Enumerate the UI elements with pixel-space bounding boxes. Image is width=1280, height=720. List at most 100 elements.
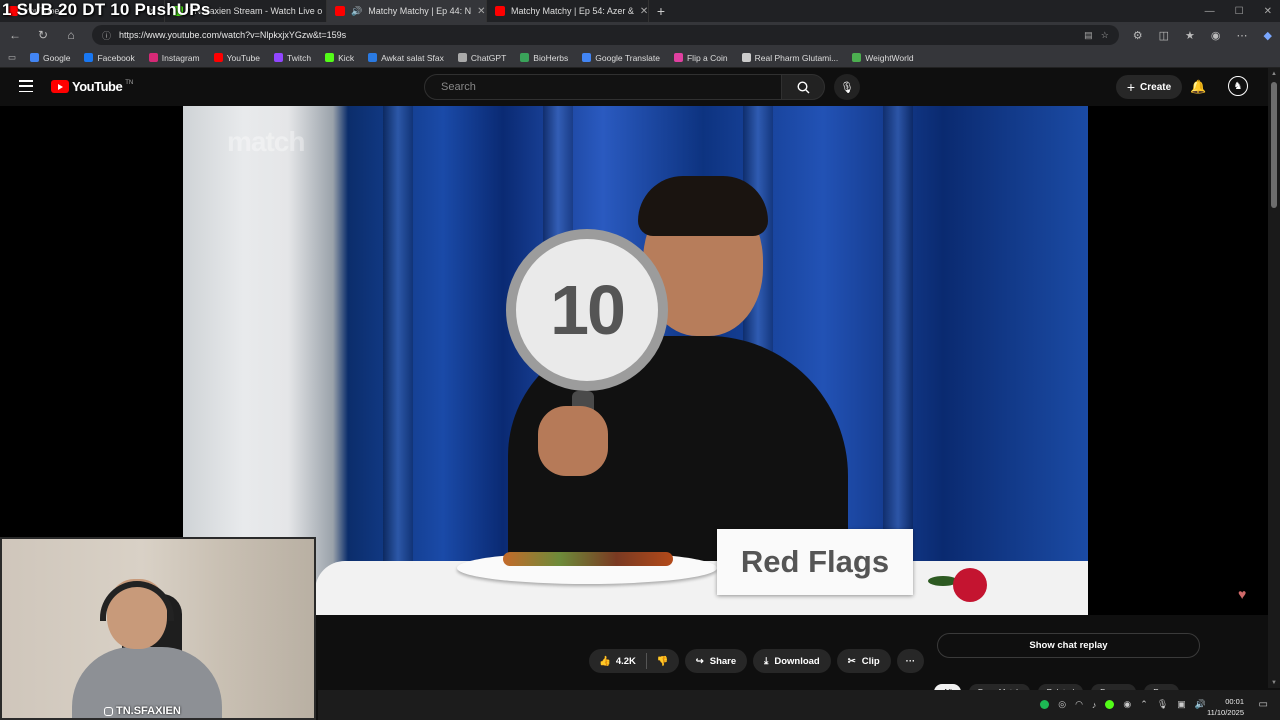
- favorites-icon[interactable]: ★: [1185, 29, 1195, 42]
- search-icon: [796, 80, 809, 93]
- bioherbs-icon: [520, 53, 530, 62]
- steam-icon[interactable]: ◉: [1123, 699, 1131, 710]
- notifications-bell-icon[interactable]: 🔔: [1190, 79, 1206, 95]
- system-clock[interactable]: 00:01 11/10/2025: [1207, 696, 1244, 718]
- notifications-icon[interactable]: ▭: [1259, 699, 1268, 710]
- video-actions: 👍 4.2K 👎 ↪ Share ⤓ Download ✂ Clip ···: [589, 649, 925, 673]
- profile-icon[interactable]: ◉: [1211, 29, 1221, 42]
- youtube-favicon-icon: [495, 6, 505, 16]
- speaker-icon[interactable]: 🔊: [351, 6, 362, 17]
- url-field[interactable]: ⓘ https://www.youtube.com/watch?v=Nlpkxj…: [92, 25, 1119, 45]
- menu-icon[interactable]: [19, 80, 33, 92]
- voice-search-button[interactable]: 🎙: [834, 74, 860, 100]
- clip-button[interactable]: ✂ Clip: [836, 649, 891, 673]
- network-icon[interactable]: ▣: [1177, 699, 1186, 710]
- bookmark-flip-a-coin[interactable]: Flip a Coin: [673, 53, 728, 63]
- url-text: https://www.youtube.com/watch?v=NlpkxjxY…: [119, 30, 347, 40]
- kick-tray-icon[interactable]: [1105, 700, 1115, 709]
- bookmark-chatgpt[interactable]: ChatGPT: [457, 53, 506, 63]
- bookmark-label: Facebook: [97, 52, 135, 63]
- maximize-button[interactable]: ☐: [1235, 6, 1244, 17]
- scrollbar-thumb[interactable]: [1271, 82, 1277, 208]
- scroll-up-icon[interactable]: ▲: [1271, 71, 1277, 77]
- bookmarks-bar: ▭ Google Facebook Instagram YouTube Twit…: [0, 48, 1280, 68]
- extensions-icon[interactable]: ⚙: [1133, 29, 1143, 42]
- reload-icon[interactable]: ↻: [36, 28, 50, 42]
- bookmark-label: Real Pharm Glutami...: [754, 52, 839, 63]
- chevron-up-icon[interactable]: ⌃: [1140, 699, 1148, 710]
- score-number: 10: [550, 271, 626, 349]
- like-button[interactable]: 👍 4.2K: [589, 649, 646, 673]
- site-info-icon[interactable]: ⓘ: [102, 29, 111, 42]
- prayer-times-icon: [368, 53, 378, 62]
- split-screen-icon[interactable]: ◫: [1159, 29, 1169, 42]
- spotify-icon[interactable]: [1040, 700, 1050, 709]
- discord-icon[interactable]: ◎: [1058, 699, 1066, 710]
- more-options-icon[interactable]: ⋯: [1237, 29, 1248, 42]
- account-avatar[interactable]: ♞: [1228, 76, 1248, 96]
- bookmark-star-icon[interactable]: ☆: [1101, 30, 1109, 41]
- bookmark-twitch[interactable]: Twitch: [274, 53, 311, 63]
- bookmark-youtube[interactable]: YouTube: [213, 53, 260, 63]
- create-button[interactable]: + Create: [1116, 75, 1182, 99]
- share-button[interactable]: ↪ Share: [684, 649, 748, 673]
- home-icon[interactable]: ⌂: [64, 28, 78, 42]
- bookmark-google-translate[interactable]: Google Translate: [582, 53, 660, 63]
- scissors-icon: ✂: [847, 655, 856, 667]
- streamer-figure: [72, 569, 222, 718]
- volume-icon[interactable]: 🔊: [1195, 699, 1206, 710]
- stream-goal-overlay: 1 SUB 20 DT 10 PushUPs: [2, 0, 211, 19]
- bookmark-label: Instagram: [161, 52, 200, 63]
- close-icon[interactable]: ✕: [477, 6, 485, 17]
- youtube-logo[interactable]: YouTube TN: [51, 79, 133, 94]
- contestant-hand: [538, 406, 608, 476]
- bookmark-weightworld[interactable]: WeightWorld: [852, 53, 914, 63]
- microphone-icon: 🎙: [840, 81, 854, 94]
- bookmark-kick[interactable]: Kick: [325, 53, 354, 63]
- youtube-play-icon: [51, 80, 69, 93]
- tab-actions-icon[interactable]: ▭: [8, 52, 16, 63]
- new-tab-button[interactable]: +: [649, 3, 673, 19]
- music-icon[interactable]: ♪: [1092, 700, 1097, 710]
- bookmark-awkat-salat[interactable]: Awkat salat Sfax: [368, 53, 444, 63]
- copilot-icon[interactable]: ◆: [1264, 29, 1272, 42]
- close-window-button[interactable]: ✕: [1264, 6, 1272, 17]
- headset-icon[interactable]: ◠: [1075, 699, 1083, 710]
- microphone-tray-icon[interactable]: 🎙: [1157, 699, 1168, 710]
- system-tray: ◎ ◠ ♪ ◉ ⌃ 🎙 ▣ 🔊: [1040, 699, 1206, 710]
- video-frame[interactable]: match 10 Red Flags: [183, 106, 1088, 615]
- bookmark-instagram[interactable]: Instagram: [148, 52, 200, 63]
- twitch-icon: [274, 53, 283, 62]
- bookmark-google[interactable]: Google: [30, 53, 70, 63]
- like-count: 4.2K: [615, 655, 636, 667]
- instagram-icon: [104, 706, 113, 716]
- window-controls: — ☐ ✕: [1205, 0, 1272, 22]
- show-chat-replay-button[interactable]: Show chat replay: [937, 633, 1200, 658]
- minimize-button[interactable]: —: [1205, 6, 1215, 17]
- more-actions-button[interactable]: ···: [896, 649, 925, 673]
- bookmark-real-pharm[interactable]: Real Pharm Glutami...: [741, 52, 839, 63]
- scroll-down-icon[interactable]: ▼: [1271, 680, 1277, 686]
- page-scrollbar[interactable]: ▲ ▼: [1268, 68, 1280, 688]
- red-flags-placard: Red Flags: [717, 529, 913, 595]
- youtube-header: YouTube TN Search 🎙 + Create 🔔 ♞: [0, 68, 1268, 106]
- tab-matchy-ep44[interactable]: 🔊 Matchy Matchy | Ep 44: N ✕: [327, 0, 487, 22]
- translate-icon: [582, 53, 592, 62]
- search-input[interactable]: Search: [424, 74, 782, 100]
- plus-icon: +: [1126, 79, 1136, 95]
- back-arrow-icon[interactable]: ←: [8, 28, 22, 42]
- download-button[interactable]: ⤓ Download: [753, 649, 831, 673]
- bookmark-bioherbs[interactable]: BioHerbs: [520, 53, 568, 63]
- close-icon[interactable]: ✕: [640, 6, 648, 17]
- bookmark-label: Twitch: [287, 52, 312, 63]
- bookmark-label: Google: [43, 52, 71, 63]
- dislike-button[interactable]: 👎: [647, 649, 679, 673]
- tab-matchy-ep54[interactable]: Matchy Matchy | Ep 54: Azer & ✕: [487, 0, 649, 22]
- reader-icon[interactable]: ▤: [1084, 30, 1093, 41]
- thumbs-down-icon: 👎: [656, 655, 669, 667]
- share-label: Share: [709, 655, 737, 667]
- thumbs-up-icon: 👍: [599, 655, 611, 667]
- bookmark-facebook[interactable]: Facebook: [84, 52, 135, 63]
- bookmark-label: Awkat salat Sfax: [381, 52, 444, 63]
- search-button[interactable]: [781, 74, 825, 100]
